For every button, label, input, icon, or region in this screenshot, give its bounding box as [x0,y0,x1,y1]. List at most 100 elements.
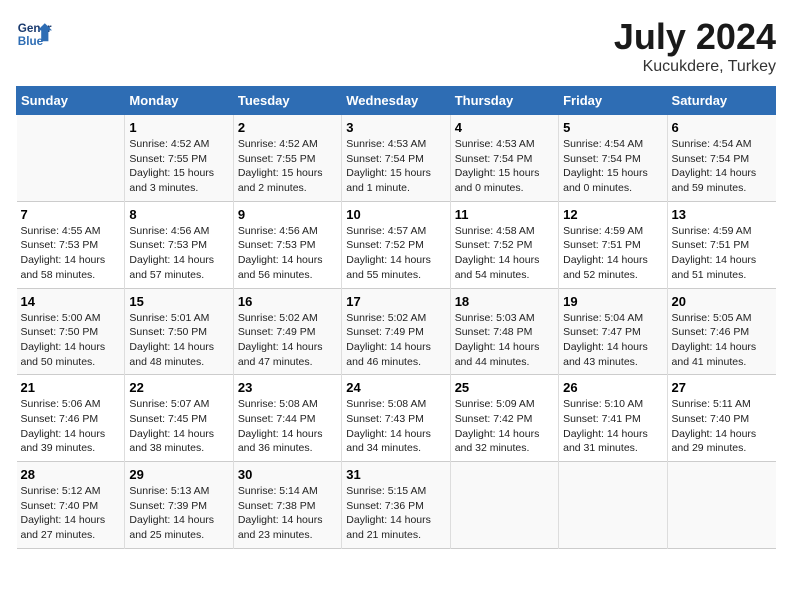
calendar-cell: 23Sunrise: 5:08 AM Sunset: 7:44 PM Dayli… [233,375,341,462]
calendar-cell: 27 Sunrise: 5:11 AM Sunset: 7:40 PM Dayli… [667,375,775,462]
day-info: Sunrise: 4:53 AM Sunset: 7:54 PM Dayligh… [346,137,445,196]
day-info: Sunrise: 5:06 AM Sunset: 7:46 PM Dayligh… [21,397,121,456]
calendar-cell: 1 Sunrise: 4:52 AM Sunset: 7:55 PM Daylig… [125,115,233,202]
day-number: 7 [21,207,121,222]
day-info: Sunrise: 5:14 AM Sunset: 7:38 PM Dayligh… [238,484,337,543]
day-info: Sunrise: 4:54 AM Sunset: 7:54 PM Dayligh… [672,137,772,196]
weekday-header-saturday: Saturday [667,87,775,115]
day-number: 22 [129,380,228,395]
day-info: Sunrise: 4:56 AM Sunset: 7:53 PM Dayligh… [129,224,228,283]
day-info: Sunrise: 5:01 AM Sunset: 7:50 PM Dayligh… [129,311,228,370]
day-number: 27 [672,380,772,395]
calendar-table: SundayMondayTuesdayWednesdayThursdayFrid… [16,86,776,549]
calendar-cell: 25Sunrise: 5:09 AM Sunset: 7:42 PM Dayli… [450,375,558,462]
title-area: July 2024 Kucukdere, Turkey [614,16,776,76]
calendar-cell: 21 Sunrise: 5:06 AM Sunset: 7:46 PM Dayli… [17,375,125,462]
day-number: 30 [238,467,337,482]
day-number: 23 [238,380,337,395]
calendar-cell: 10 Sunrise: 4:57 AM Sunset: 7:52 PM Dayli… [342,201,450,288]
calendar-cell: 30 Sunrise: 5:14 AM Sunset: 7:38 PM Dayli… [233,462,341,549]
calendar-week-row: 21 Sunrise: 5:06 AM Sunset: 7:46 PM Dayli… [17,375,776,462]
calendar-cell [559,462,667,549]
day-number: 13 [672,207,772,222]
day-number: 14 [21,294,121,309]
day-info: Sunrise: 5:08 AM Sunset: 7:43 PM Dayligh… [346,397,445,456]
calendar-cell: 18Sunrise: 5:03 AM Sunset: 7:48 PM Dayli… [450,288,558,375]
weekday-header-wednesday: Wednesday [342,87,450,115]
day-info: Sunrise: 4:54 AM Sunset: 7:54 PM Dayligh… [563,137,662,196]
calendar-cell: 28Sunrise: 5:12 AM Sunset: 7:40 PM Dayli… [17,462,125,549]
calendar-cell: 9 Sunrise: 4:56 AM Sunset: 7:53 PM Daylig… [233,201,341,288]
day-number: 3 [346,120,445,135]
day-number: 2 [238,120,337,135]
day-number: 4 [455,120,554,135]
day-info: Sunrise: 4:56 AM Sunset: 7:53 PM Dayligh… [238,224,337,283]
day-info: Sunrise: 4:55 AM Sunset: 7:53 PM Dayligh… [21,224,121,283]
day-number: 8 [129,207,228,222]
calendar-cell: 7 Sunrise: 4:55 AM Sunset: 7:53 PM Daylig… [17,201,125,288]
day-info: Sunrise: 5:11 AM Sunset: 7:40 PM Dayligh… [672,397,772,456]
calendar-cell: 17 Sunrise: 5:02 AM Sunset: 7:49 PM Dayli… [342,288,450,375]
day-number: 24 [346,380,445,395]
day-info: Sunrise: 4:57 AM Sunset: 7:52 PM Dayligh… [346,224,445,283]
day-info: Sunrise: 4:52 AM Sunset: 7:55 PM Dayligh… [238,137,337,196]
calendar-cell: 12 Sunrise: 4:59 AM Sunset: 7:51 PM Dayli… [559,201,667,288]
day-info: Sunrise: 5:12 AM Sunset: 7:40 PM Dayligh… [21,484,121,543]
calendar-cell: 20Sunrise: 5:05 AM Sunset: 7:46 PM Dayli… [667,288,775,375]
calendar-week-row: 7 Sunrise: 4:55 AM Sunset: 7:53 PM Daylig… [17,201,776,288]
day-info: Sunrise: 5:10 AM Sunset: 7:41 PM Dayligh… [563,397,662,456]
calendar-cell: 6Sunrise: 4:54 AM Sunset: 7:54 PM Daylig… [667,115,775,202]
calendar-cell: 16 Sunrise: 5:02 AM Sunset: 7:49 PM Dayli… [233,288,341,375]
calendar-cell: 3 Sunrise: 4:53 AM Sunset: 7:54 PM Daylig… [342,115,450,202]
day-number: 15 [129,294,228,309]
calendar-cell: 29 Sunrise: 5:13 AM Sunset: 7:39 PM Dayli… [125,462,233,549]
calendar-cell [667,462,775,549]
svg-text:Blue: Blue [18,35,44,48]
calendar-cell: 4Sunrise: 4:53 AM Sunset: 7:54 PM Daylig… [450,115,558,202]
calendar-cell: 14 Sunrise: 5:00 AM Sunset: 7:50 PM Dayli… [17,288,125,375]
calendar-subtitle: Kucukdere, Turkey [614,58,776,76]
day-number: 16 [238,294,337,309]
day-info: Sunrise: 4:52 AM Sunset: 7:55 PM Dayligh… [129,137,228,196]
calendar-cell: 13 Sunrise: 4:59 AM Sunset: 7:51 PM Dayli… [667,201,775,288]
calendar-week-row: 14 Sunrise: 5:00 AM Sunset: 7:50 PM Dayli… [17,288,776,375]
day-number: 9 [238,207,337,222]
calendar-cell: 11Sunrise: 4:58 AM Sunset: 7:52 PM Dayli… [450,201,558,288]
day-info: Sunrise: 5:02 AM Sunset: 7:49 PM Dayligh… [238,311,337,370]
day-number: 1 [129,120,228,135]
calendar-cell: 22 Sunrise: 5:07 AM Sunset: 7:45 PM Dayli… [125,375,233,462]
calendar-cell: 5Sunrise: 4:54 AM Sunset: 7:54 PM Daylig… [559,115,667,202]
logo-icon: General Blue [16,16,52,52]
day-info: Sunrise: 5:07 AM Sunset: 7:45 PM Dayligh… [129,397,228,456]
day-number: 12 [563,207,662,222]
weekday-header-thursday: Thursday [450,87,558,115]
calendar-week-row: 28Sunrise: 5:12 AM Sunset: 7:40 PM Dayli… [17,462,776,549]
weekday-header-sunday: Sunday [17,87,125,115]
calendar-cell: 2 Sunrise: 4:52 AM Sunset: 7:55 PM Daylig… [233,115,341,202]
weekday-header-tuesday: Tuesday [233,87,341,115]
calendar-cell [17,115,125,202]
day-info: Sunrise: 5:04 AM Sunset: 7:47 PM Dayligh… [563,311,662,370]
weekday-header-row: SundayMondayTuesdayWednesdayThursdayFrid… [17,87,776,115]
page-header: General Blue July 2024 Kucukdere, Turkey [16,16,776,76]
day-info: Sunrise: 5:02 AM Sunset: 7:49 PM Dayligh… [346,311,445,370]
logo: General Blue [16,16,52,52]
day-number: 10 [346,207,445,222]
day-number: 25 [455,380,554,395]
day-number: 29 [129,467,228,482]
calendar-cell: 19Sunrise: 5:04 AM Sunset: 7:47 PM Dayli… [559,288,667,375]
day-info: Sunrise: 4:59 AM Sunset: 7:51 PM Dayligh… [563,224,662,283]
calendar-cell [450,462,558,549]
day-info: Sunrise: 4:59 AM Sunset: 7:51 PM Dayligh… [672,224,772,283]
day-number: 21 [21,380,121,395]
day-number: 31 [346,467,445,482]
calendar-week-row: 1 Sunrise: 4:52 AM Sunset: 7:55 PM Daylig… [17,115,776,202]
day-number: 11 [455,207,554,222]
day-info: Sunrise: 5:13 AM Sunset: 7:39 PM Dayligh… [129,484,228,543]
calendar-cell: 24 Sunrise: 5:08 AM Sunset: 7:43 PM Dayli… [342,375,450,462]
day-number: 17 [346,294,445,309]
day-info: Sunrise: 5:00 AM Sunset: 7:50 PM Dayligh… [21,311,121,370]
day-info: Sunrise: 5:05 AM Sunset: 7:46 PM Dayligh… [672,311,772,370]
day-info: Sunrise: 5:03 AM Sunset: 7:48 PM Dayligh… [455,311,554,370]
calendar-title: July 2024 [614,16,776,58]
